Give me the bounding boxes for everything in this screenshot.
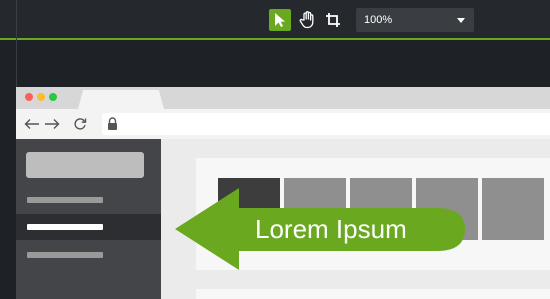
hand-icon	[299, 11, 314, 29]
arrow-left-icon	[24, 119, 39, 129]
caret-down-icon	[457, 18, 465, 23]
forward-button	[42, 115, 62, 133]
address-bar	[102, 113, 550, 135]
browser-toolbar	[16, 109, 550, 140]
crop-tool-button[interactable]	[322, 9, 344, 31]
page-sidebar	[16, 139, 170, 299]
browser-tab	[78, 90, 164, 109]
back-button	[22, 115, 42, 133]
cursor-arrow-icon	[275, 13, 285, 27]
sidebar-item-active	[16, 214, 161, 240]
reload-icon	[74, 118, 87, 130]
thumbnail-placeholder	[482, 178, 544, 240]
crop-icon	[326, 13, 340, 27]
zoom-dropdown[interactable]: 100%	[356, 8, 474, 32]
arrow-callout[interactable]: Lorem Ipsum	[175, 188, 465, 270]
sidebar-item-active-placeholder	[27, 224, 103, 230]
close-dot-icon	[25, 93, 33, 101]
zoom-value: 100%	[364, 14, 393, 26]
reload-button	[70, 115, 90, 133]
browser-titlebar	[16, 87, 550, 109]
sidebar-search-placeholder	[26, 152, 144, 178]
sidebar-item-placeholder	[27, 252, 103, 258]
pan-tool-button[interactable]	[296, 9, 318, 31]
arrow-right-icon	[45, 119, 60, 129]
content-card	[196, 289, 550, 299]
editor-toolbar: 100%	[0, 0, 550, 40]
sidebar-item-placeholder	[27, 197, 103, 203]
select-tool-button[interactable]	[269, 9, 291, 31]
lock-icon	[108, 117, 117, 130]
maximize-dot-icon	[49, 93, 57, 101]
screen-editor: 100% Lorem Ipsum	[0, 0, 550, 299]
callout-text: Lorem Ipsum	[255, 214, 407, 244]
minimize-dot-icon	[37, 93, 45, 101]
